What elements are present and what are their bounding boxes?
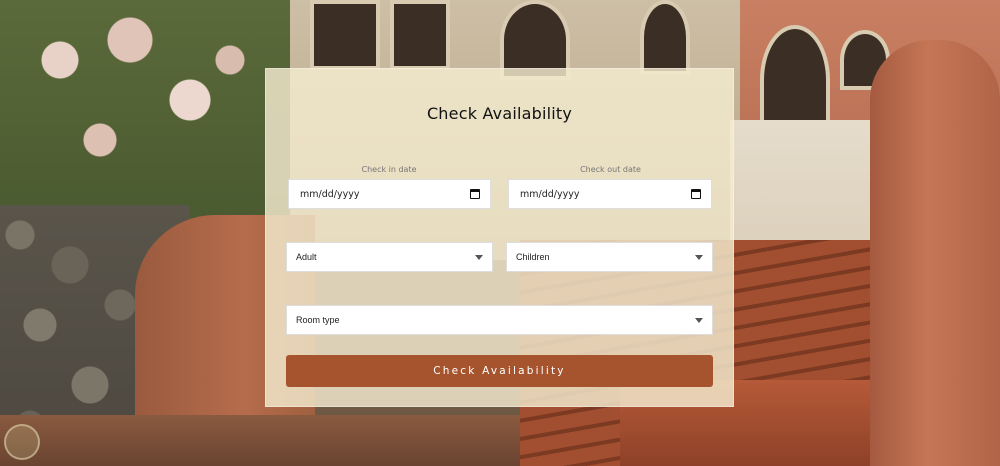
calendar-icon[interactable]: [691, 189, 701, 199]
children-select-value: Children: [516, 252, 550, 262]
flowering-tree: [0, 0, 290, 230]
adult-select-value: Adult: [296, 252, 317, 262]
room-type-select[interactable]: Room type: [286, 305, 713, 335]
calendar-icon[interactable]: [470, 189, 480, 199]
check-in-label: Check in date: [361, 165, 417, 174]
chevron-down-icon: [695, 317, 703, 323]
logo-icon: [4, 424, 40, 460]
form-title: Check Availability: [426, 104, 573, 123]
chevron-down-icon: [695, 254, 703, 260]
check-out-label: Check out date: [580, 165, 641, 174]
check-availability-button[interactable]: Check Availability: [286, 355, 713, 387]
check-in-placeholder: mm/dd/yyyy: [300, 188, 360, 200]
chevron-down-icon: [475, 254, 483, 260]
room-type-select-value: Room type: [296, 315, 340, 325]
check-out-placeholder: mm/dd/yyyy: [520, 188, 580, 200]
check-in-date-input[interactable]: mm/dd/yyyy: [288, 179, 491, 209]
ground: [0, 415, 520, 466]
check-out-date-input[interactable]: mm/dd/yyyy: [508, 179, 712, 209]
availability-form: Check Availability Check in date mm/dd/y…: [265, 68, 734, 407]
pillar: [870, 40, 1000, 466]
adult-select[interactable]: Adult: [286, 242, 493, 272]
children-select[interactable]: Children: [506, 242, 713, 272]
